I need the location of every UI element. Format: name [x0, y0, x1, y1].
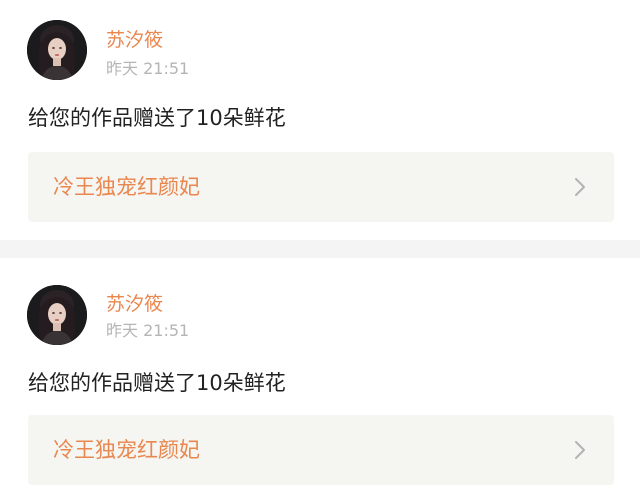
chevron-right-icon — [575, 441, 585, 459]
user-avatar-photo — [27, 285, 87, 345]
avatar[interactable] — [27, 285, 87, 345]
work-link-button[interactable]: 冷王独宠红颜妃 — [28, 152, 614, 222]
work-link-button[interactable]: 冷王独宠红颜妃 — [28, 415, 614, 485]
notification-feed: 苏汐筱 昨天 21:51 给您的作品赠送了10朵鲜花 冷王独宠红颜妃 苏汐筱 昨… — [0, 0, 640, 495]
notification-message: 给您的作品赠送了10朵鲜花 — [28, 106, 286, 130]
work-title: 冷王独宠红颜妃 — [53, 438, 200, 462]
username[interactable]: 苏汐筱 — [106, 292, 163, 316]
notification-card: 苏汐筱 昨天 21:51 给您的作品赠送了10朵鲜花 冷王独宠红颜妃 — [0, 0, 640, 240]
card-separator — [0, 240, 640, 258]
notification-card: 苏汐筱 昨天 21:51 给您的作品赠送了10朵鲜花 冷王独宠红颜妃 — [0, 258, 640, 495]
work-title: 冷王独宠红颜妃 — [53, 175, 200, 199]
timestamp: 昨天 21:51 — [106, 321, 190, 340]
timestamp: 昨天 21:51 — [106, 59, 190, 78]
notification-message: 给您的作品赠送了10朵鲜花 — [28, 371, 286, 395]
username[interactable]: 苏汐筱 — [106, 28, 163, 52]
avatar[interactable] — [27, 20, 87, 80]
user-avatar-photo — [27, 20, 87, 80]
chevron-right-icon — [575, 178, 585, 196]
